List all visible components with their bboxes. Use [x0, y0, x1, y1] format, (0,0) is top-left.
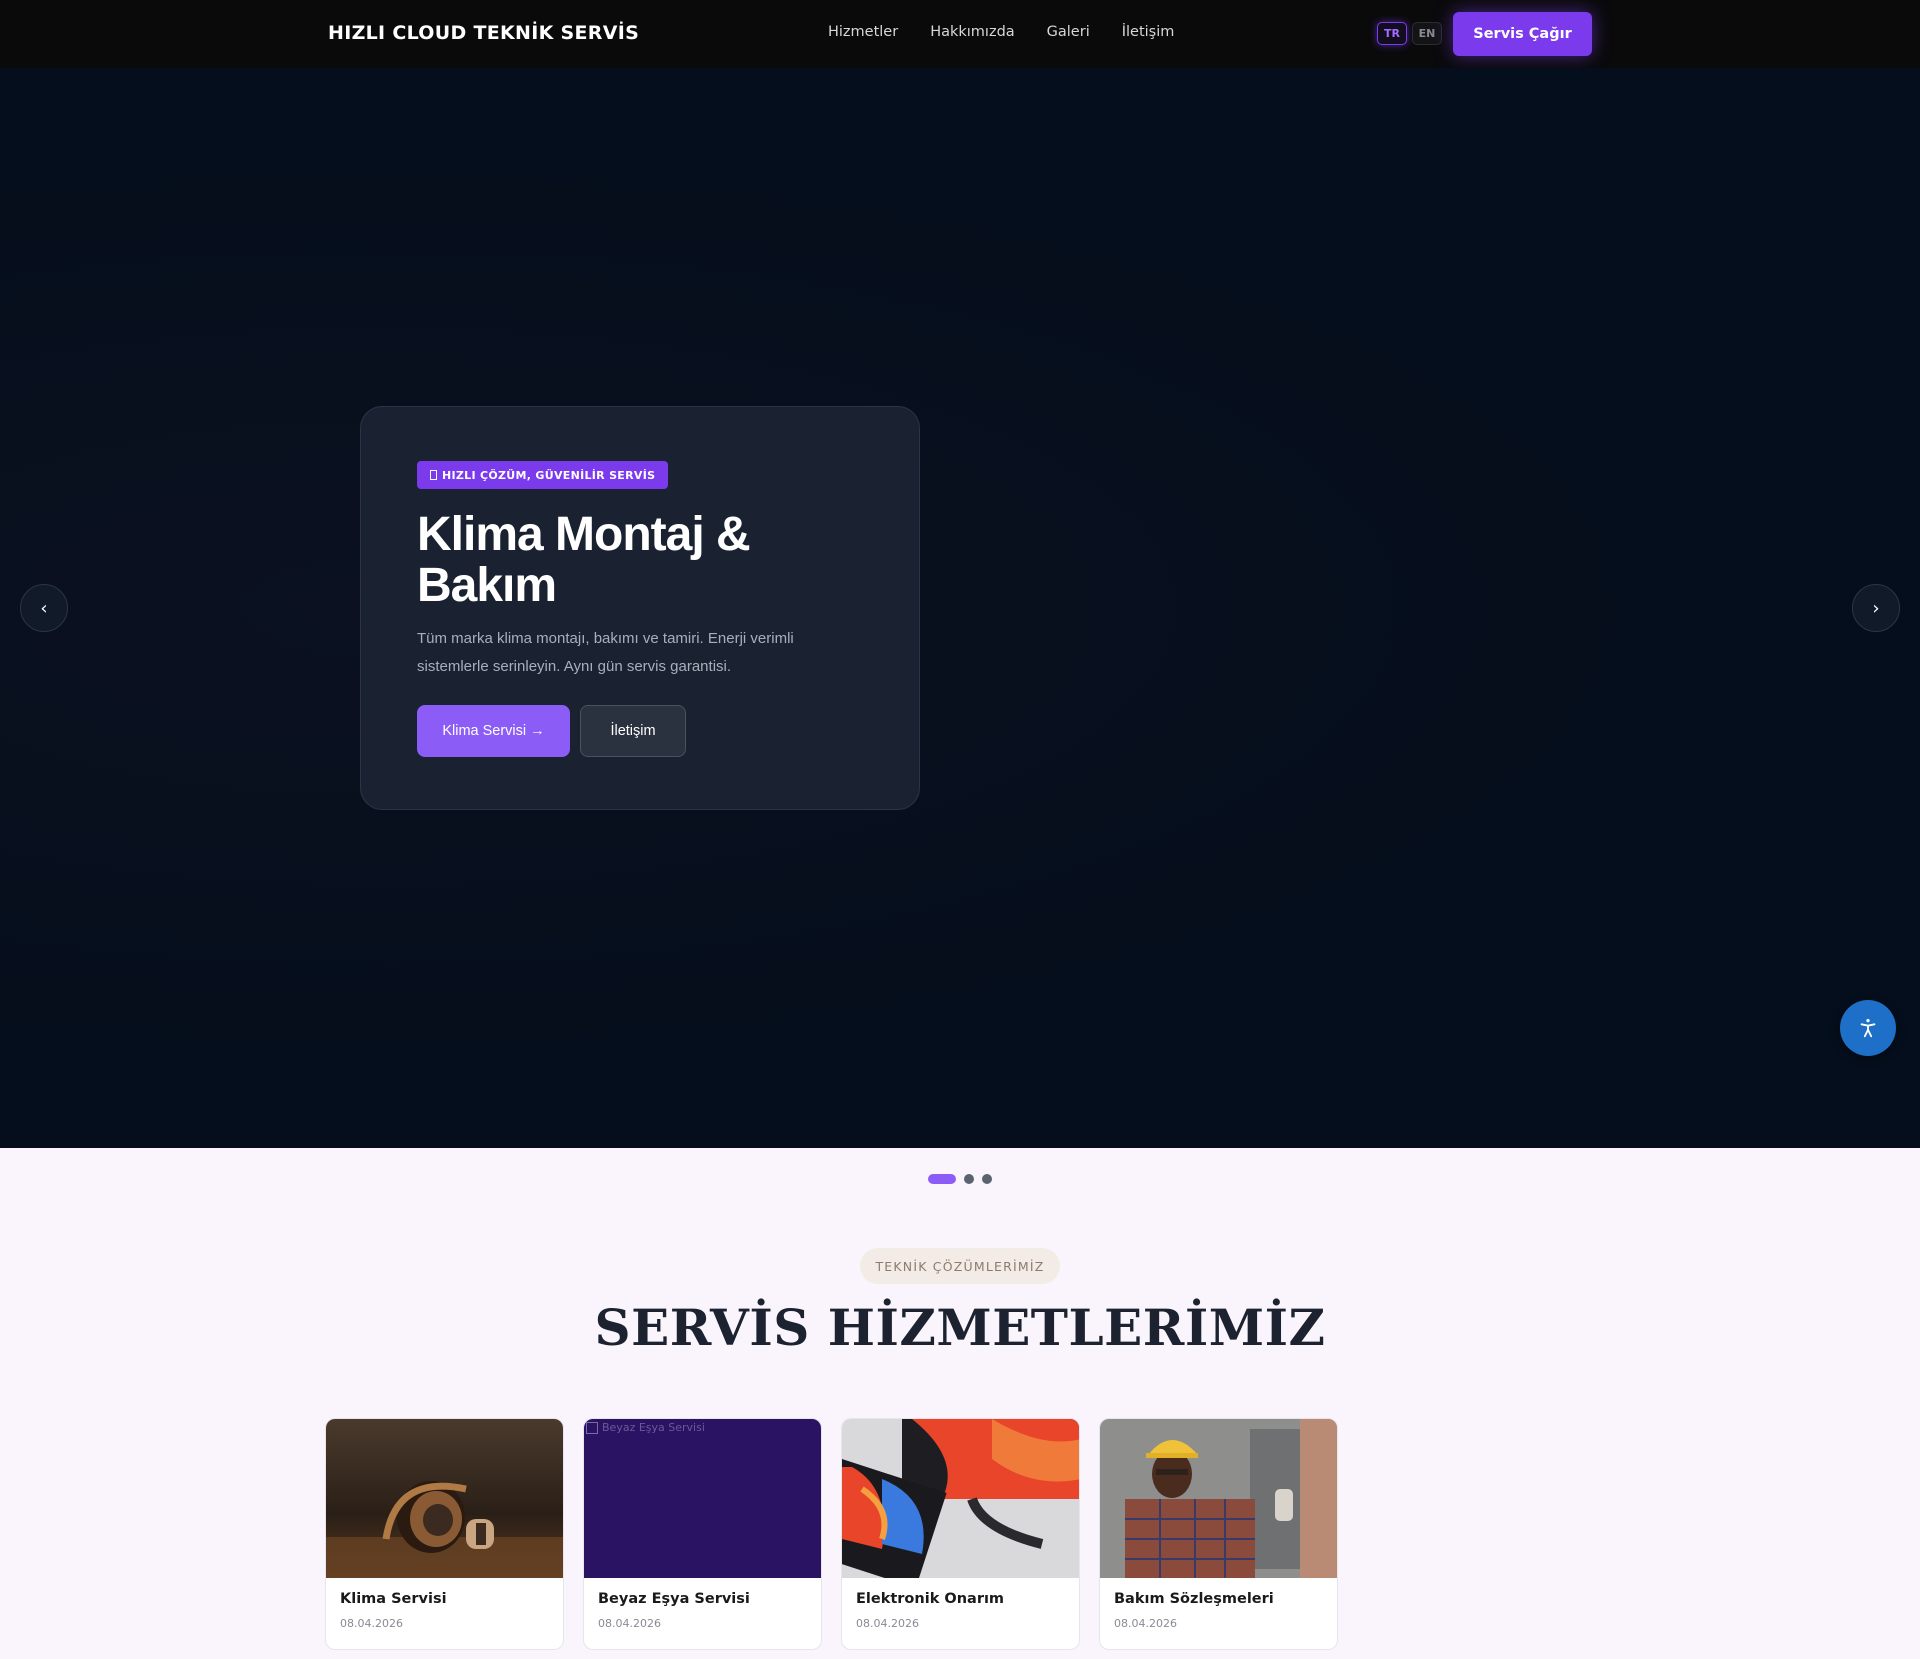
slider-dot-3[interactable]: [982, 1174, 992, 1184]
service-card-date: 08.04.2026: [340, 1617, 403, 1630]
chevron-right-icon: ›: [1872, 597, 1880, 619]
hero-card: HIZLI ÇÖZÜM, GÜVENİLİR SERVİS Klima Mont…: [360, 406, 920, 810]
slider-dot-2[interactable]: [964, 1174, 974, 1184]
service-card-beyaz-esya[interactable]: Beyaz Eşya Servisi Beyaz Eşya Servisi 08…: [583, 1418, 822, 1650]
hero-slider: HIZLI ÇÖZÜM, GÜVENİLİR SERVİS Klima Mont…: [0, 68, 1920, 1184]
slider-prev-button[interactable]: ‹: [20, 584, 68, 632]
service-card-date: 08.04.2026: [1114, 1617, 1177, 1630]
slider-dot-1[interactable]: [928, 1174, 956, 1184]
broken-image-alt: Beyaz Eşya Servisi: [586, 1421, 705, 1434]
main-menu: Hizmetler Hakkımızda Galeri İletişim: [828, 24, 1174, 40]
service-card-klima[interactable]: Klima Servisi 08.04.2026: [325, 1418, 564, 1650]
service-card-title: Klima Servisi: [340, 1591, 447, 1607]
service-card-title: Bakım Sözleşmeleri: [1114, 1591, 1274, 1607]
broken-image-icon: [586, 1421, 598, 1434]
slider-dots: [928, 1174, 992, 1184]
laptop-monitor-image: [842, 1419, 1079, 1578]
service-card-title: Beyaz Eşya Servisi: [598, 1591, 750, 1607]
accessibility-button[interactable]: [1840, 1000, 1896, 1056]
nav-link-galeri[interactable]: Galeri: [1047, 24, 1090, 40]
contact-button[interactable]: İletişim: [580, 705, 686, 757]
lang-en-button[interactable]: EN: [1412, 22, 1442, 45]
nav-link-hakkimizda[interactable]: Hakkımızda: [930, 24, 1014, 40]
service-card-date: 08.04.2026: [856, 1617, 919, 1630]
brand-logo[interactable]: HIZLI CLOUD TEKNİK SERVİS: [328, 22, 639, 44]
service-card-date: 08.04.2026: [598, 1617, 661, 1630]
service-card-bakim[interactable]: Bakım Sözleşmeleri 08.04.2026: [1099, 1418, 1338, 1650]
service-card-elektronik[interactable]: Elektronik Onarım 08.04.2026: [841, 1418, 1080, 1650]
accessibility-icon: [1860, 1019, 1876, 1038]
klima-service-button[interactable]: Klima Servisi →: [417, 705, 570, 757]
top-navbar: HIZLI CLOUD TEKNİK SERVİS Hizmetler Hakk…: [0, 0, 1920, 68]
nav-link-hizmetler[interactable]: Hizmetler: [828, 24, 898, 40]
section-eyebrow: TEKNİK ÇÖZÜMLERİMİZ: [860, 1248, 1060, 1284]
hero-title: Klima Montaj & Bakım: [417, 508, 751, 612]
technician-image: [1100, 1419, 1337, 1578]
nav-link-iletisim[interactable]: İletişim: [1122, 24, 1175, 40]
service-card-title: Elektronik Onarım: [856, 1591, 1005, 1607]
slider-next-button[interactable]: ›: [1852, 584, 1900, 632]
broken-image: Beyaz Eşya Servisi: [584, 1419, 821, 1578]
hero-badge-label: HIZLI ÇÖZÜM, GÜVENİLİR SERVİS: [442, 468, 656, 482]
headphones-image: [326, 1419, 563, 1578]
hero-description: Tüm marka klima montajı, bakımı ve tamir…: [417, 630, 794, 675]
call-service-button[interactable]: Servis Çağır: [1453, 12, 1592, 56]
hero-badge: HIZLI ÇÖZÜM, GÜVENİLİR SERVİS: [417, 461, 669, 489]
bolt-icon: [430, 470, 437, 480]
chevron-left-icon: ‹: [40, 597, 48, 619]
section-title: SERVİS HİZMETLERİMİZ: [594, 1298, 1326, 1357]
lang-tr-button[interactable]: TR: [1377, 22, 1407, 45]
